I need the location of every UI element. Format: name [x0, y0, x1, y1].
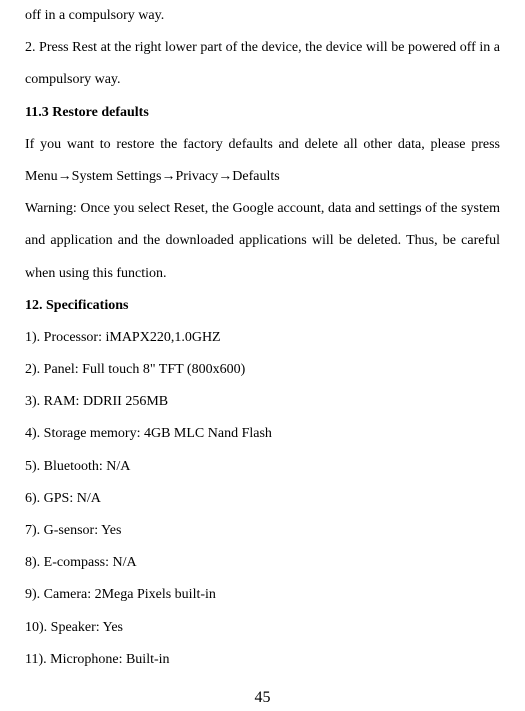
- section-heading: 11.3 Restore defaults: [25, 97, 500, 129]
- text-line: off in a compulsory way.: [25, 0, 500, 32]
- section-heading: 12. Specifications: [25, 290, 500, 322]
- spec-line: 3). RAM: DDRII 256MB: [25, 386, 500, 418]
- document-page: off in a compulsory way. 2. Press Rest a…: [25, 0, 500, 710]
- text-paragraph: 2. Press Rest at the right lower part of…: [25, 32, 500, 96]
- spec-line: 6). GPS: N/A: [25, 483, 500, 515]
- text-line: Menu→System Settings→Privacy→Defaults: [25, 161, 500, 193]
- spec-line: 5). Bluetooth: N/A: [25, 451, 500, 483]
- spec-line: 10). Speaker: Yes: [25, 612, 500, 644]
- spec-line: 4). Storage memory: 4GB MLC Nand Flash: [25, 418, 500, 450]
- spec-line: 8). E-compass: N/A: [25, 547, 500, 579]
- spec-line: 1). Processor: iMAPX220,1.0GHZ: [25, 322, 500, 354]
- spec-line: 2). Panel: Full touch 8" TFT (800x600): [25, 354, 500, 386]
- spec-line: 9). Camera: 2Mega Pixels built-in: [25, 579, 500, 611]
- text-paragraph: Warning: Once you select Reset, the Goog…: [25, 193, 500, 290]
- spec-line: 7). G-sensor: Yes: [25, 515, 500, 547]
- page-number: 45: [25, 686, 500, 710]
- text-line: If you want to restore the factory defau…: [25, 129, 500, 161]
- spec-line: 11). Microphone: Built-in: [25, 644, 500, 676]
